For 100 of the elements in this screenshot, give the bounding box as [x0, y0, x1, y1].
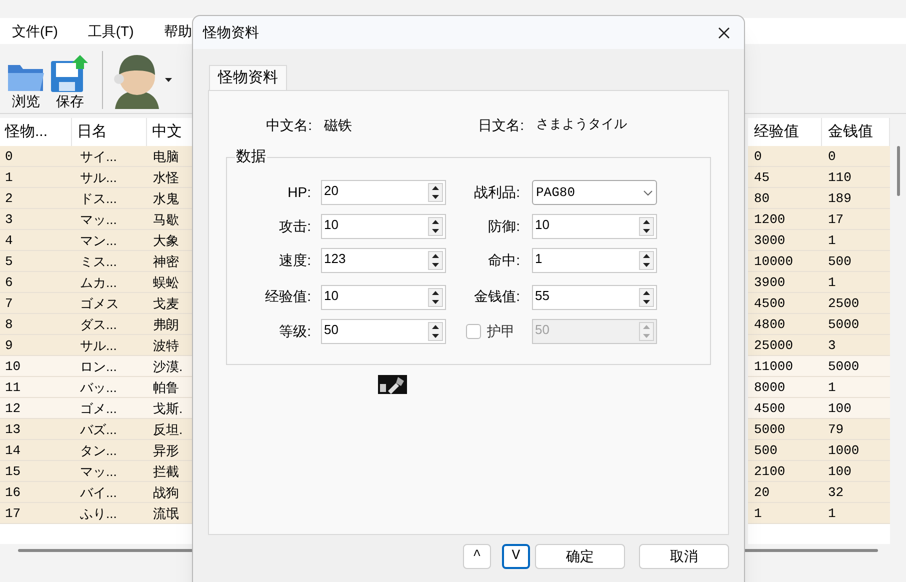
table-cell-text: 500 [827, 253, 852, 271]
table-cell-text: 戈斯. [152, 400, 184, 418]
close-icon[interactable] [718, 26, 730, 38]
spin-field[interactable]: 20 [321, 180, 446, 205]
spin-field[interactable]: 10 [321, 214, 446, 239]
table-cell-text: 帕鲁 [152, 379, 180, 397]
table-cell-text: 7 [4, 295, 14, 313]
table-cell-text: 2500 [827, 295, 860, 313]
table-cell-text: ゴメス [79, 295, 120, 313]
dialog-button[interactable]: V [502, 544, 530, 569]
field-label: 防御: [487, 217, 521, 236]
field-label: 命中: [487, 251, 521, 270]
spin-arrows-icon[interactable] [428, 288, 443, 307]
table-cell-text: 32 [827, 484, 845, 502]
table-cell-text: 6 [4, 274, 14, 292]
table-cell-text: 4500 [753, 295, 786, 313]
spin-arrows-icon[interactable] [639, 251, 654, 270]
spin-field[interactable]: 1 [532, 248, 657, 273]
table-cell-text: 1 [827, 505, 837, 523]
table-cell-text: 0 [4, 148, 14, 166]
table-cell-text: 1 [827, 379, 837, 397]
table-cell-text: 5000 [827, 358, 860, 376]
scrollbar-thumb[interactable] [896, 146, 900, 196]
table-cell-text: 10 [4, 358, 22, 376]
table-cell-text: 3900 [753, 274, 786, 292]
table-cell-text: 神密 [152, 253, 180, 271]
table-cell-text: 0 [827, 148, 837, 166]
table-cell-text: タン... [79, 442, 118, 460]
menu-item[interactable]: 文件(F) [12, 20, 58, 42]
menu-item[interactable]: 帮助 [164, 20, 192, 42]
dialog-button[interactable]: 确定 [535, 544, 625, 569]
table-cell-text: 4 [4, 232, 14, 250]
spin-field[interactable]: 123 [321, 248, 446, 273]
caret-icon[interactable] [165, 78, 172, 82]
table-cell-text: 流氓 [152, 505, 180, 523]
spin-arrows-icon[interactable] [639, 217, 654, 236]
field-value: 磁铁 [324, 116, 353, 134]
spin-arrows-icon[interactable] [428, 322, 443, 341]
table-cell-text: 1 [753, 505, 763, 523]
table-cell-text: 10000 [753, 253, 794, 271]
spin-arrows-icon[interactable] [428, 251, 443, 270]
table-cell-text: 戈麦 [152, 295, 180, 313]
chevron-down-icon[interactable] [643, 190, 653, 196]
table-cell-text: 500 [753, 442, 778, 460]
table-cell-text: 17 [4, 505, 22, 523]
spin-arrows-icon[interactable] [428, 217, 443, 236]
dialog-button[interactable]: 取消 [639, 544, 729, 569]
table-cell-text: 水怪 [152, 169, 180, 187]
table-cell-text: 13 [4, 421, 22, 439]
table-cell-text: 大象 [152, 232, 180, 250]
table-cell-text: 1200 [753, 211, 786, 229]
table-cell-text: 9 [4, 337, 14, 355]
spin-field[interactable]: 10 [321, 285, 446, 310]
table-cell-text: 3 [827, 337, 837, 355]
table-cell-text: 45 [753, 169, 771, 187]
table-cell-text: 拦截 [152, 463, 180, 481]
table-cell-text: ダス... [79, 316, 118, 334]
checkbox-label: 护甲 [487, 322, 515, 341]
toolbar-button[interactable]: 浏览 [6, 59, 46, 109]
field-label: 速度: [278, 251, 312, 270]
field-label: 经验值: [264, 286, 312, 306]
menu-item[interactable]: 工具(T) [88, 20, 134, 42]
table-cell-text: 沙漠. [152, 358, 184, 376]
field-label: 战利品: [473, 183, 521, 202]
table-cell-text: 17 [827, 211, 845, 229]
table-cell-text: 8 [4, 316, 14, 334]
table-cell-text: 3 [4, 211, 14, 229]
table-cell-text: 战狗 [152, 484, 180, 502]
table-cell-text: 0 [753, 148, 763, 166]
table-cell-text: サル... [79, 169, 118, 187]
tools-icon [378, 375, 407, 394]
spin-arrows-icon[interactable] [428, 183, 443, 202]
checkbox[interactable] [466, 324, 481, 339]
table-cell-text: 2100 [753, 463, 786, 481]
table-cell-text: 100 [827, 463, 852, 481]
table-cell-text: 2 [4, 190, 14, 208]
table-cell-text: 110 [827, 169, 852, 187]
table-cell-text: マン... [79, 232, 118, 250]
dialog-button[interactable]: ^ [463, 544, 491, 569]
toolbar-button[interactable]: 保存 [50, 55, 90, 109]
table-cell-text: バッ... [79, 379, 118, 397]
dropdown[interactable]: PAG80 [532, 180, 657, 205]
spin-field[interactable]: 50 [321, 319, 446, 344]
table-cell-text: 25000 [753, 337, 794, 355]
table-cell-text: サル... [79, 337, 118, 355]
table-cell-text: 12 [4, 400, 22, 418]
spin-field[interactable]: 55 [532, 285, 657, 310]
table-cell-text: 反坦. [152, 421, 184, 439]
table-cell-text: 100 [827, 400, 852, 418]
table-cell-text: 80 [753, 190, 771, 208]
tab[interactable]: 怪物资料 [209, 65, 287, 91]
table-cell-text: 189 [827, 190, 852, 208]
table-cell-text: 8000 [753, 379, 786, 397]
table-cell-text: 5 [4, 253, 14, 271]
table-cell-text: ドス... [79, 190, 118, 208]
field-label: 攻击: [278, 217, 312, 236]
spin-arrows-icon[interactable] [639, 288, 654, 307]
spin-field[interactable]: 10 [532, 214, 657, 239]
table-cell-text: 79 [827, 421, 845, 439]
table-cell-text: 4500 [753, 400, 786, 418]
